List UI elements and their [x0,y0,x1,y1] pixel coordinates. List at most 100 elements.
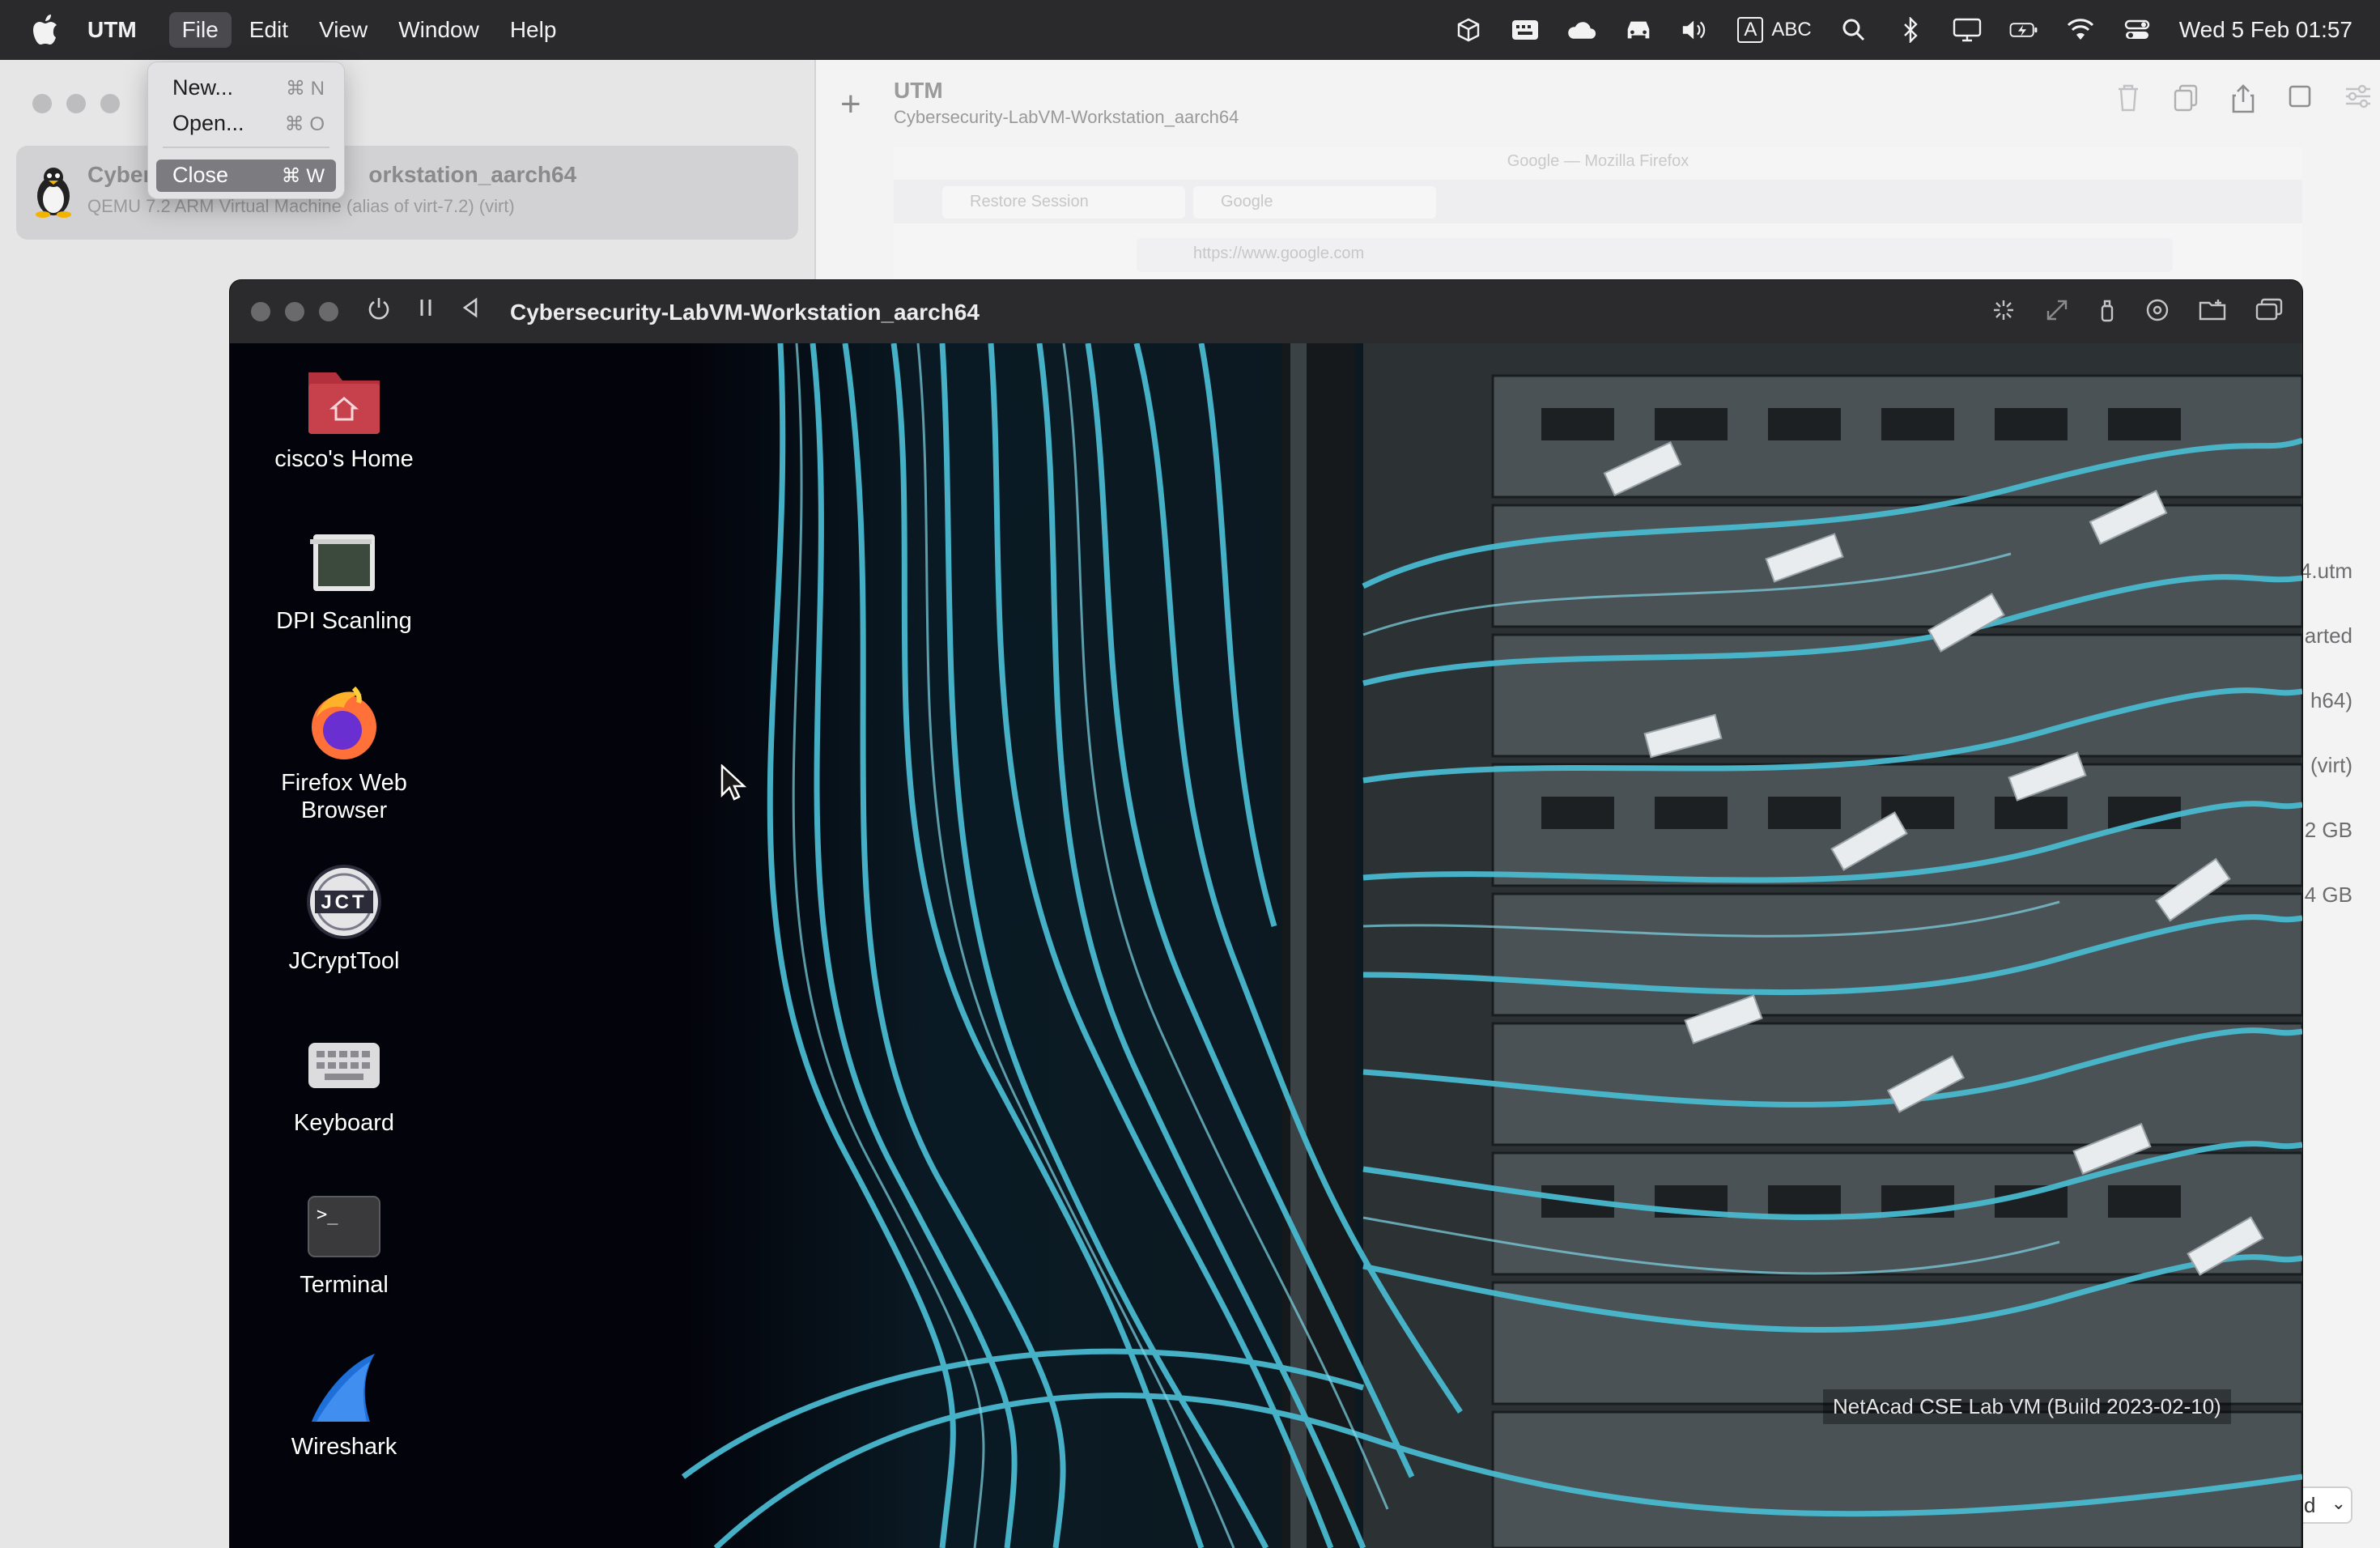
share-icon[interactable] [2231,84,2255,121]
app-name-menu[interactable]: UTM [87,17,137,43]
desktop-icon-home-label: cisco's Home [274,446,414,472]
desktop-icon-terminal[interactable]: >_ Terminal [259,1187,429,1299]
drive-icon[interactable] [2145,298,2170,330]
vm-toolbar [1991,298,2283,330]
vm-name-prefix: Cyber [87,162,152,187]
utm-toolbar: + UTM Cybersecurity-LabVM-Workstation_aa… [816,60,2380,149]
zoom-window-icon[interactable] [100,94,120,113]
car-icon[interactable] [1624,17,1653,43]
info-architecture: h64) [2310,688,2352,712]
vm-window-controls [251,302,338,321]
desktop-icon-firefox-label: Firefox Web Browser [281,770,407,823]
clone-icon[interactable] [2173,84,2199,121]
preview-tab-restore: Restore Session [942,186,1185,219]
view-menu[interactable]: View [306,12,380,48]
linux-tux-icon [29,165,78,219]
mouse-cursor-icon [720,763,748,802]
menu-item-close[interactable]: Close ⌘ W [156,159,336,192]
window-controls [32,94,120,113]
shared-folder-icon[interactable] [2199,298,2226,330]
usb-icon[interactable] [2098,298,2116,330]
menu-item-close-label: Close [172,163,229,187]
pause-icon[interactable] [418,296,434,327]
clock[interactable]: Wed 5 Feb 01:57 [2179,17,2352,43]
wallpaper-build-caption: NetAcad CSE Lab VM (Build 2023-02-10) [1823,1389,2231,1424]
input-source-letter: A [1737,17,1764,43]
power-icon[interactable] [368,296,390,327]
apple-menu-icon[interactable] [31,14,60,46]
keyboard-icon[interactable] [1511,17,1540,43]
settings-sliders-icon[interactable] [2344,84,2372,121]
menu-item-new[interactable]: New... ⌘ N [156,72,336,104]
jcrypttool-icon: JCT [305,863,383,941]
wifi-icon[interactable] [2066,17,2095,43]
desktop-icon-wireshark-label: Wireshark [291,1434,397,1460]
input-source-label: ABC [1771,19,1812,40]
desktop-icon-firefox[interactable]: Firefox Web Browser [259,685,429,824]
input-source-icon[interactable]: A ABC [1737,17,1812,43]
terminal-prompt-glyph: >_ [317,1205,338,1225]
cloud-icon[interactable] [1567,17,1596,43]
preview-tab-bar: Restore Session Google [894,180,2302,223]
jcrypttool-badge-text: JCT [321,891,368,913]
menu-item-open-label: Open... [172,111,244,135]
wireshark-fin-icon [305,1349,383,1427]
vm-zoom-icon[interactable] [319,302,338,321]
vm-controls [368,296,479,327]
toolbar-title: UTM [894,78,943,103]
control-center-icon[interactable] [2123,17,2152,43]
desktop-icon-jcrypttool-label: JCryptTool [288,948,400,974]
menu-item-open[interactable]: Open... ⌘ O [156,108,336,140]
desktop-icon-dpi-scanling-label: DPI Scanling [276,608,412,634]
desktop-icon-jcrypttool[interactable]: JCT JCryptTool [259,863,429,975]
firefox-icon [305,685,383,763]
preview-tab-google: Google [1193,186,1436,219]
info-select-value: d [2304,1493,2316,1517]
spotlight-icon[interactable] [1839,17,1868,43]
desktop-icon-wireshark[interactable]: Wireshark [259,1349,429,1461]
info-file-name: 4.utm [2299,559,2352,583]
resize-icon[interactable] [2045,298,2069,330]
home-folder-icon [305,361,383,439]
add-vm-button[interactable]: + [840,84,861,125]
bluetooth-icon[interactable] [1896,17,1925,43]
desktop-icon-terminal-label: Terminal [300,1272,389,1298]
vm-guest-screen[interactable]: cisco's Home DPI Scanling Firefox Web Br… [230,343,2302,1548]
menu-item-new-label: New... [172,75,234,100]
trash-icon[interactable] [2116,84,2140,121]
desktop-icon-dpi-scanling[interactable]: DPI Scanling [259,523,429,635]
minimize-window-icon[interactable] [66,94,86,113]
windows-icon[interactable] [2255,298,2283,330]
terminal-icon: >_ [305,1187,383,1265]
window-toggle-icon[interactable] [2288,84,2312,121]
menu-item-close-shortcut: ⌘ W [281,165,325,187]
info-size: 4 GB [2304,882,2352,907]
vm-list-item[interactable]: Cyber orkstation_aarch64 QEMU 7.2 ARM Vir… [16,146,798,240]
info-machine: (virt) [2310,753,2352,777]
cube-icon[interactable] [1454,17,1483,43]
edit-menu[interactable]: Edit [236,12,301,48]
display-icon[interactable] [1953,17,1982,43]
desktop-icon-keyboard-label: Keyboard [293,1110,395,1136]
preview-window-title: Google — Mozilla Firefox [1507,152,1689,170]
close-window-icon[interactable] [32,94,52,113]
file-menu[interactable]: File [168,12,232,48]
desktop-icon-keyboard[interactable]: Keyboard [259,1025,429,1137]
keyboard-app-icon [305,1025,383,1103]
status-area: A ABC Wed 5 Feb 01:57 [1454,0,2352,60]
volume-icon[interactable] [1681,17,1710,43]
info-select[interactable]: d ⌄ [2297,1486,2352,1524]
vm-window-title: Cybersecurity-LabVM-Workstation_aarch64 [510,300,980,325]
back-triangle-icon[interactable] [461,296,479,327]
window-menu[interactable]: Window [385,12,492,48]
desktop-icon-home[interactable]: cisco's Home [259,361,429,473]
chevron-down-icon: ⌄ [2331,1493,2346,1513]
toolbar-actions [2116,84,2372,121]
vm-close-icon[interactable] [251,302,270,321]
dpi-scanling-icon [305,523,383,601]
capture-input-icon[interactable] [1991,298,2016,330]
menu-bar: UTM File Edit View Window Help A ABC Wed… [0,0,2380,60]
battery-icon[interactable] [2009,17,2038,43]
help-menu[interactable]: Help [497,12,570,48]
vm-minimize-icon[interactable] [285,302,304,321]
